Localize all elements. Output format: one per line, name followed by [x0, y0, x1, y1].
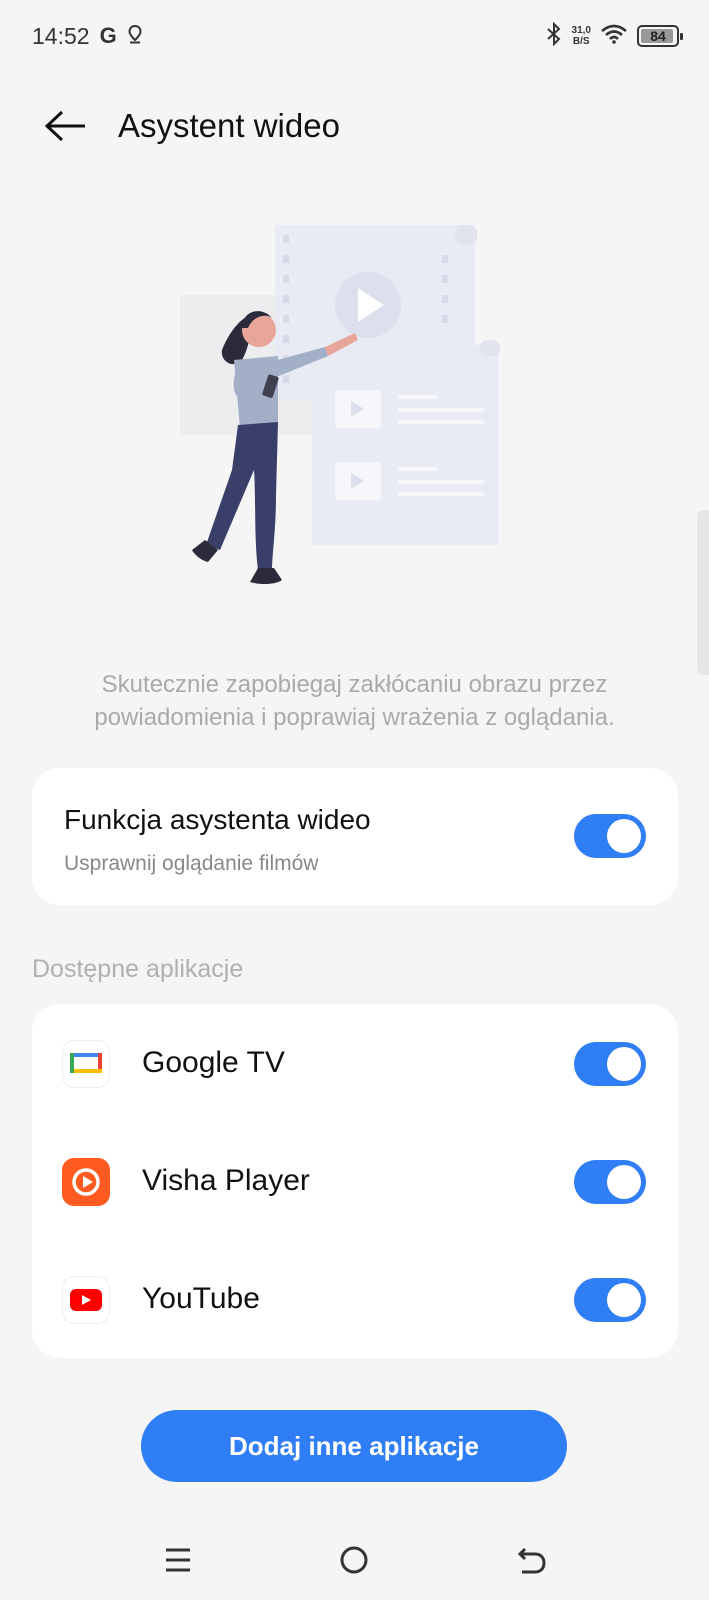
speed-value: 31,0: [571, 25, 591, 36]
feature-title: Funkcja asystenta wideo: [64, 804, 371, 835]
app-name: Visha Player: [142, 1164, 310, 1197]
app-row-visha-player[interactable]: Visha Player: [32, 1122, 678, 1240]
toggle-knob: [607, 1165, 641, 1199]
visha-player-toggle[interactable]: [574, 1160, 646, 1204]
home-icon: [340, 1546, 368, 1574]
back-nav-button[interactable]: [502, 1530, 562, 1590]
toggle-knob: [607, 819, 641, 853]
visha-player-icon: [62, 1158, 110, 1206]
status-right: 31,0 B/S 84: [546, 21, 683, 51]
video-assistant-toggle[interactable]: [574, 814, 646, 858]
video-assistant-illustration: [150, 210, 520, 610]
feature-card: Funkcja asystenta wideo Usprawnij ogląda…: [32, 768, 678, 905]
battery-icon: 84: [637, 25, 683, 47]
available-apps-label: Dostępne aplikacje: [32, 955, 244, 983]
back-icon: [517, 1547, 546, 1574]
network-speed: 31,0 B/S: [572, 25, 591, 47]
app-name: YouTube: [142, 1282, 260, 1315]
speed-unit: B/S: [572, 36, 590, 47]
menu-icon: [166, 1548, 190, 1572]
add-other-apps-button[interactable]: Dodaj inne aplikacje: [141, 1410, 567, 1482]
clock: 14:52: [32, 22, 90, 49]
page-title: Asystent wideo: [118, 107, 340, 144]
status-left: 14:52 G: [32, 23, 143, 50]
status-bar: 14:52 G 31,0 B/S 84: [0, 0, 709, 72]
feature-description: Skutecznie zapobiegaj zakłócaniu obrazu …: [94, 671, 615, 731]
home-button[interactable]: [324, 1530, 384, 1590]
arrow-left-icon: [45, 110, 85, 142]
back-button[interactable]: [30, 90, 102, 162]
location-pin-icon: [127, 23, 143, 50]
edge-panel-handle[interactable]: [697, 510, 709, 675]
toggle-knob: [607, 1047, 641, 1081]
menu-button[interactable]: [148, 1530, 208, 1590]
toggle-knob: [607, 1283, 641, 1317]
app-row-google-tv[interactable]: Google TV: [32, 1004, 678, 1122]
feature-subtitle: Usprawnij oglądanie filmów: [64, 852, 319, 875]
youtube-toggle[interactable]: [574, 1278, 646, 1322]
google-indicator: G: [99, 23, 117, 48]
google-tv-toggle[interactable]: [574, 1042, 646, 1086]
header: Asystent wideo: [0, 90, 709, 162]
navigation-bar: [0, 1530, 709, 1590]
app-name: Google TV: [142, 1046, 285, 1079]
youtube-icon: [62, 1276, 110, 1324]
app-row-youtube[interactable]: YouTube: [32, 1240, 678, 1358]
bluetooth-icon: [546, 21, 562, 51]
battery-level: 84: [650, 28, 666, 44]
google-tv-icon: [62, 1040, 110, 1088]
wifi-icon: [601, 24, 627, 49]
apps-list: Google TV Visha Player YouTube: [32, 1004, 678, 1358]
